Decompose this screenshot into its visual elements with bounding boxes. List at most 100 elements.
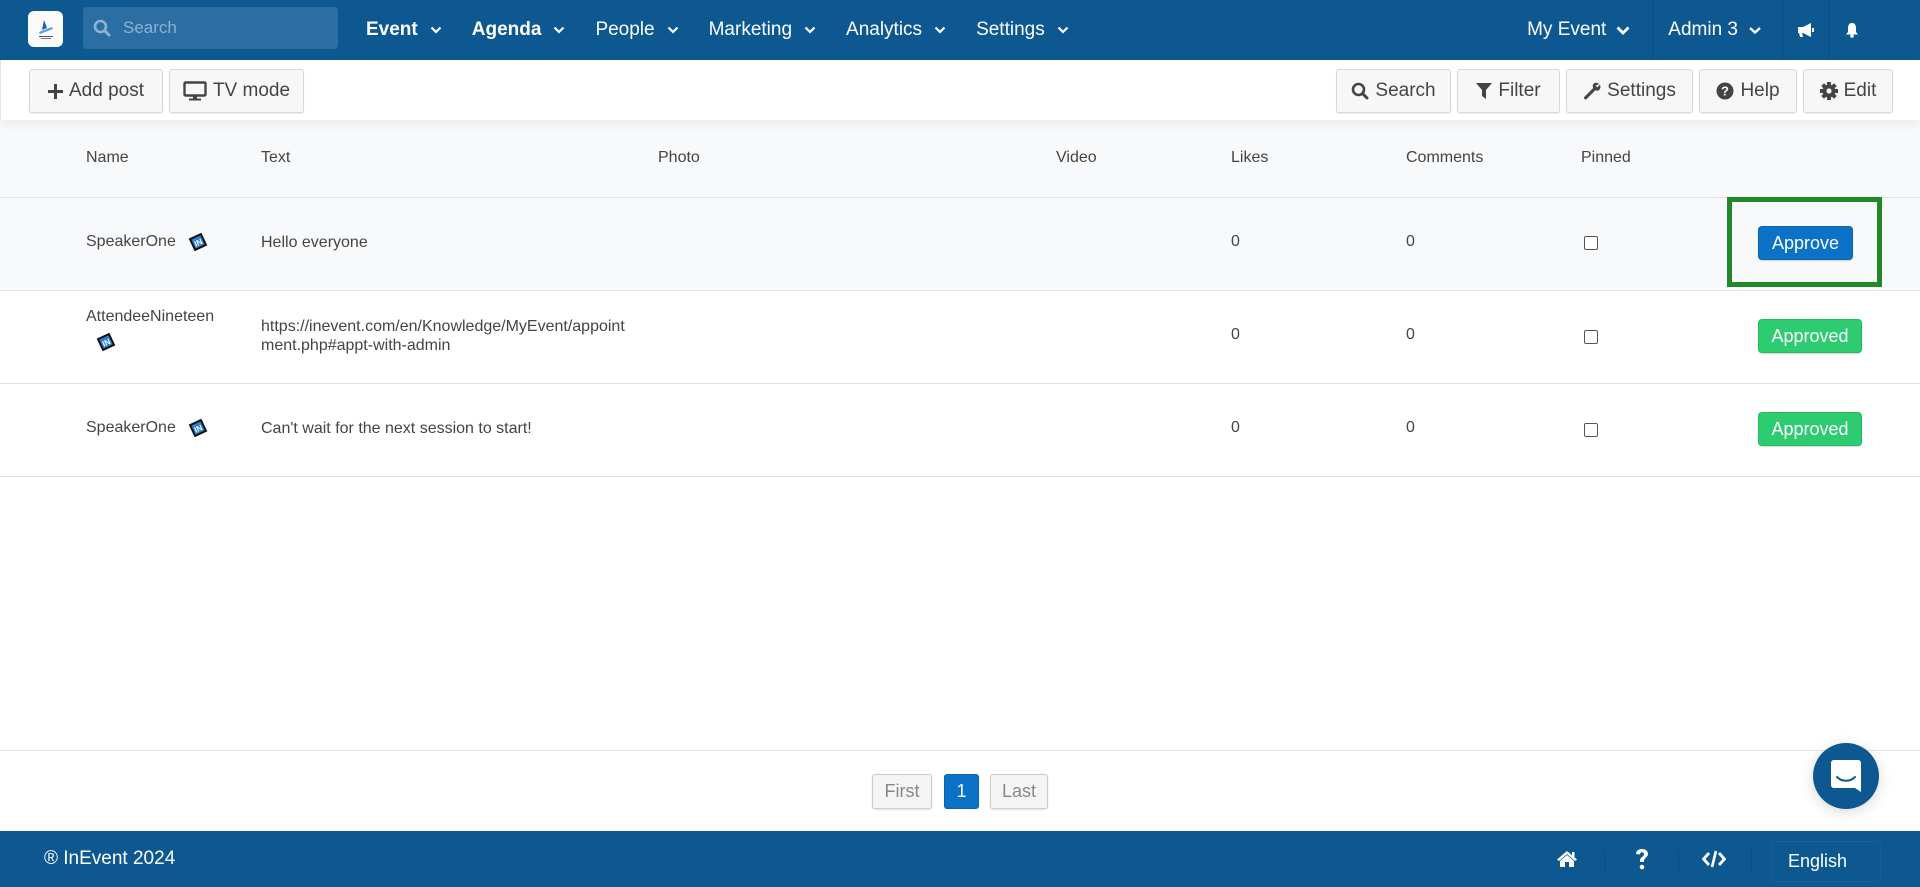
- column-header-text[interactable]: Text: [261, 120, 290, 196]
- first-page-button[interactable]: First: [872, 774, 932, 809]
- comments-count: 0: [1406, 326, 1415, 343]
- inevent-badge-icon: IN: [188, 418, 208, 438]
- approved-button[interactable]: Approved: [1758, 319, 1862, 353]
- search-button[interactable]: Search: [1336, 69, 1451, 113]
- top-navbar: Event Agenda People Marketing Analytics …: [0, 0, 1920, 60]
- inevent-badge-icon: IN: [188, 232, 208, 252]
- column-header-pinned[interactable]: Pinned: [1581, 120, 1631, 196]
- nav-settings-label: Settings: [976, 19, 1045, 40]
- page-1-button[interactable]: 1: [944, 774, 979, 809]
- search-icon: [1352, 82, 1369, 100]
- nav-people[interactable]: People: [595, 19, 678, 41]
- last-page-button[interactable]: Last: [990, 774, 1048, 809]
- chevron-down-icon: [1616, 26, 1630, 35]
- chat-icon: [1831, 760, 1861, 792]
- notifications-button[interactable]: [1828, 0, 1874, 60]
- chevron-down-icon: [804, 26, 816, 34]
- add-post-label: Add post: [69, 80, 144, 101]
- chevron-down-icon: [430, 26, 442, 34]
- filter-icon: [1476, 83, 1493, 99]
- nav-agenda[interactable]: Agenda: [472, 19, 566, 41]
- column-header-likes[interactable]: Likes: [1231, 120, 1268, 196]
- support-chat-button[interactable]: [1813, 743, 1879, 809]
- pinned-checkbox[interactable]: [1584, 236, 1598, 250]
- main-menu: Event Agenda People Marketing Analytics …: [366, 0, 1099, 60]
- column-header-photo[interactable]: Photo: [658, 120, 700, 196]
- footer: ® InEvent 2024 English: [0, 831, 1920, 887]
- search-icon: [93, 19, 111, 37]
- nav-event[interactable]: Event: [366, 19, 442, 41]
- settings-button[interactable]: Settings: [1566, 69, 1693, 113]
- table-row: SpeakerOne IN Can't wait for the next se…: [0, 384, 1920, 477]
- tv-mode-label: TV mode: [212, 80, 291, 101]
- home-button[interactable]: [1554, 845, 1580, 873]
- author-name[interactable]: SpeakerOne: [86, 233, 176, 250]
- author-name[interactable]: SpeakerOne: [86, 419, 176, 436]
- likes-count: 0: [1231, 326, 1240, 343]
- question-icon: [1636, 849, 1648, 870]
- chevron-down-icon: [1749, 26, 1761, 34]
- nav-agenda-label: Agenda: [471, 19, 542, 40]
- chevron-down-icon: [934, 26, 946, 34]
- svg-text:?: ?: [1721, 84, 1729, 99]
- tv-mode-button[interactable]: TV mode: [169, 69, 304, 113]
- author-cell: SpeakerOne IN: [86, 418, 246, 438]
- pinned-checkbox[interactable]: [1584, 423, 1598, 437]
- global-search[interactable]: [83, 7, 338, 49]
- column-header-video[interactable]: Video: [1056, 120, 1097, 196]
- help-button[interactable]: ? Help: [1699, 69, 1797, 113]
- plus-icon: [48, 83, 63, 99]
- author-cell: AttendeeNineteen IN: [86, 308, 246, 352]
- inevent-logo[interactable]: [28, 11, 63, 47]
- nav-marketing-label: Marketing: [708, 19, 793, 40]
- bell-icon: [1845, 23, 1858, 38]
- monitor-icon: [183, 81, 207, 101]
- chevron-down-icon: [1057, 26, 1068, 34]
- announcements-button[interactable]: [1782, 0, 1828, 60]
- comments-count: 0: [1406, 233, 1415, 250]
- nav-people-label: People: [595, 19, 655, 40]
- nav-analytics[interactable]: Analytics: [846, 19, 946, 41]
- nav-event-label: Event: [366, 19, 418, 40]
- nav-analytics-label: Analytics: [846, 19, 923, 40]
- column-header-name[interactable]: Name: [86, 120, 129, 196]
- author-cell: SpeakerOne IN: [86, 232, 246, 252]
- table-row: SpeakerOne IN Hello everyone 0 0 Approve: [0, 197, 1920, 291]
- user-menu[interactable]: Admin 3: [1652, 0, 1782, 60]
- event-selector[interactable]: My Event: [1491, 0, 1652, 60]
- code-icon: [1702, 850, 1726, 868]
- inevent-badge-icon: IN: [96, 332, 116, 352]
- gear-icon: [1819, 82, 1838, 100]
- global-search-input[interactable]: [123, 18, 323, 38]
- chevron-down-icon: [554, 26, 565, 34]
- copyright: ® InEvent 2024: [44, 848, 176, 869]
- column-header-comments[interactable]: Comments: [1406, 120, 1483, 196]
- footer-separator: [1604, 850, 1605, 872]
- wrench-icon: [1584, 82, 1601, 100]
- search-label: Search: [1375, 80, 1436, 101]
- likes-count: 0: [1231, 419, 1240, 436]
- post-text: Hello everyone: [261, 234, 368, 251]
- developer-button[interactable]: [1700, 845, 1728, 873]
- approve-button[interactable]: Approve: [1758, 226, 1853, 260]
- edit-button[interactable]: Edit: [1803, 69, 1893, 113]
- add-post-button[interactable]: Add post: [29, 69, 163, 113]
- pinned-checkbox[interactable]: [1584, 330, 1598, 344]
- author-name[interactable]: AttendeeNineteen: [86, 308, 214, 325]
- chevron-down-icon: [667, 26, 678, 34]
- nav-settings[interactable]: Settings: [976, 19, 1069, 41]
- filter-button[interactable]: Filter: [1457, 69, 1560, 113]
- post-text: Can't wait for the next session to start…: [261, 420, 532, 437]
- inevent-logo-icon: [38, 20, 53, 39]
- likes-count: 0: [1231, 233, 1240, 250]
- footer-separator: [1751, 850, 1752, 872]
- approved-button[interactable]: Approved: [1758, 412, 1862, 446]
- nav-marketing[interactable]: Marketing: [709, 19, 816, 41]
- pagination-divider: [0, 750, 1920, 751]
- help-label: Help: [1740, 80, 1780, 101]
- comments-count: 0: [1406, 419, 1415, 436]
- settings-label: Settings: [1607, 80, 1676, 101]
- nav-right: My Event Admin 3: [1491, 0, 1920, 60]
- help-footer-button[interactable]: [1630, 845, 1654, 873]
- language-selector[interactable]: English: [1771, 841, 1881, 882]
